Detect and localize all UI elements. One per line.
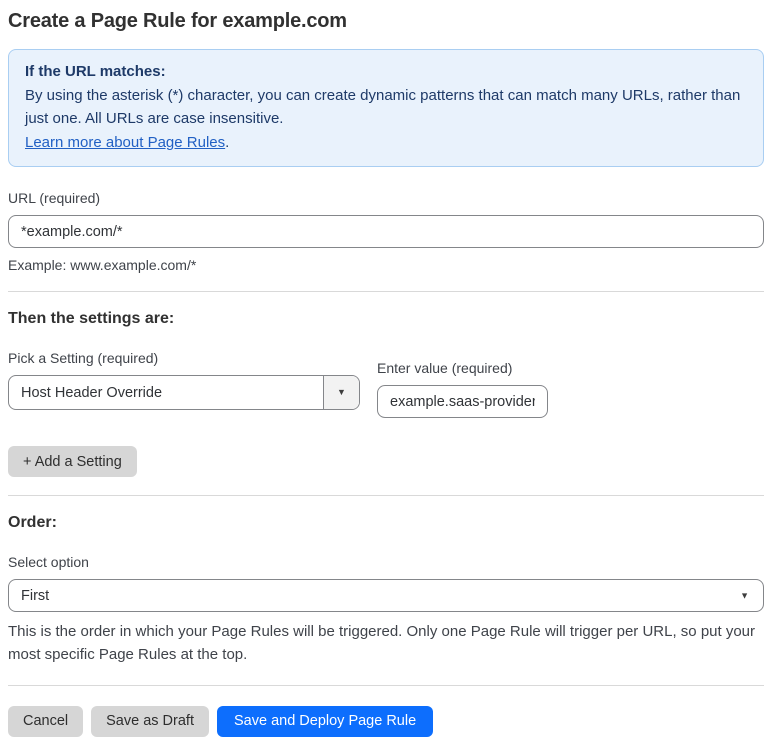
setting-value-group: Enter value (required) [377, 360, 548, 418]
divider [8, 684, 764, 686]
cancel-button[interactable]: Cancel [8, 705, 84, 737]
setting-value-label: Enter value (required) [377, 360, 513, 376]
link-suffix: . [225, 133, 230, 151]
order-help-text: This is the order in which your Page Rul… [8, 623, 756, 664]
save-as-draft-button[interactable]: Save as Draft [91, 705, 209, 737]
url-field-group: URL (required) Example: www.example.com/… [8, 190, 764, 273]
add-setting-button[interactable]: + Add a Setting [8, 446, 137, 477]
info-box-link-line: Learn more about Page Rules. [25, 131, 747, 155]
url-example-hint: Example: www.example.com/* [8, 257, 197, 273]
url-match-info-box: If the URL matches: By using the asteris… [8, 49, 764, 167]
url-input[interactable] [8, 215, 764, 248]
settings-section-heading: Then the settings are: [8, 310, 175, 327]
order-select-label: Select option [8, 554, 89, 570]
info-box-heading: If the URL matches: [25, 63, 166, 80]
divider [8, 495, 764, 496]
setting-picker-label: Pick a Setting (required) [8, 350, 159, 366]
order-select-value: First [21, 587, 50, 604]
setting-picker-select[interactable]: Host Header Override ▼ [8, 375, 360, 410]
chevron-down-icon: ▼ [337, 387, 346, 397]
chevron-down-icon: ▼ [740, 590, 749, 600]
page-title: Create a Page Rule for example.com [8, 10, 347, 32]
setting-picker-caret-button[interactable]: ▼ [323, 376, 359, 409]
learn-more-link[interactable]: Learn more about Page Rules [25, 134, 225, 151]
url-label: URL (required) [8, 190, 101, 206]
setting-picker-value: Host Header Override [21, 384, 163, 401]
order-section-heading: Order: [8, 514, 57, 531]
save-and-deploy-button[interactable]: Save and Deploy Page Rule [216, 705, 434, 737]
create-page-rule-panel: Create a Page Rule for example.com If th… [0, 0, 772, 751]
setting-row: Pick a Setting (required) Host Header Ov… [8, 350, 764, 418]
setting-value-input[interactable] [377, 385, 548, 418]
divider [8, 291, 764, 292]
info-box-body: By using the asterisk (*) character, you… [25, 86, 741, 128]
order-select[interactable]: First ▼ [8, 579, 764, 612]
setting-picker-group: Pick a Setting (required) Host Header Ov… [8, 350, 360, 410]
footer-actions: Cancel Save as Draft Save and Deploy Pag… [8, 705, 764, 737]
